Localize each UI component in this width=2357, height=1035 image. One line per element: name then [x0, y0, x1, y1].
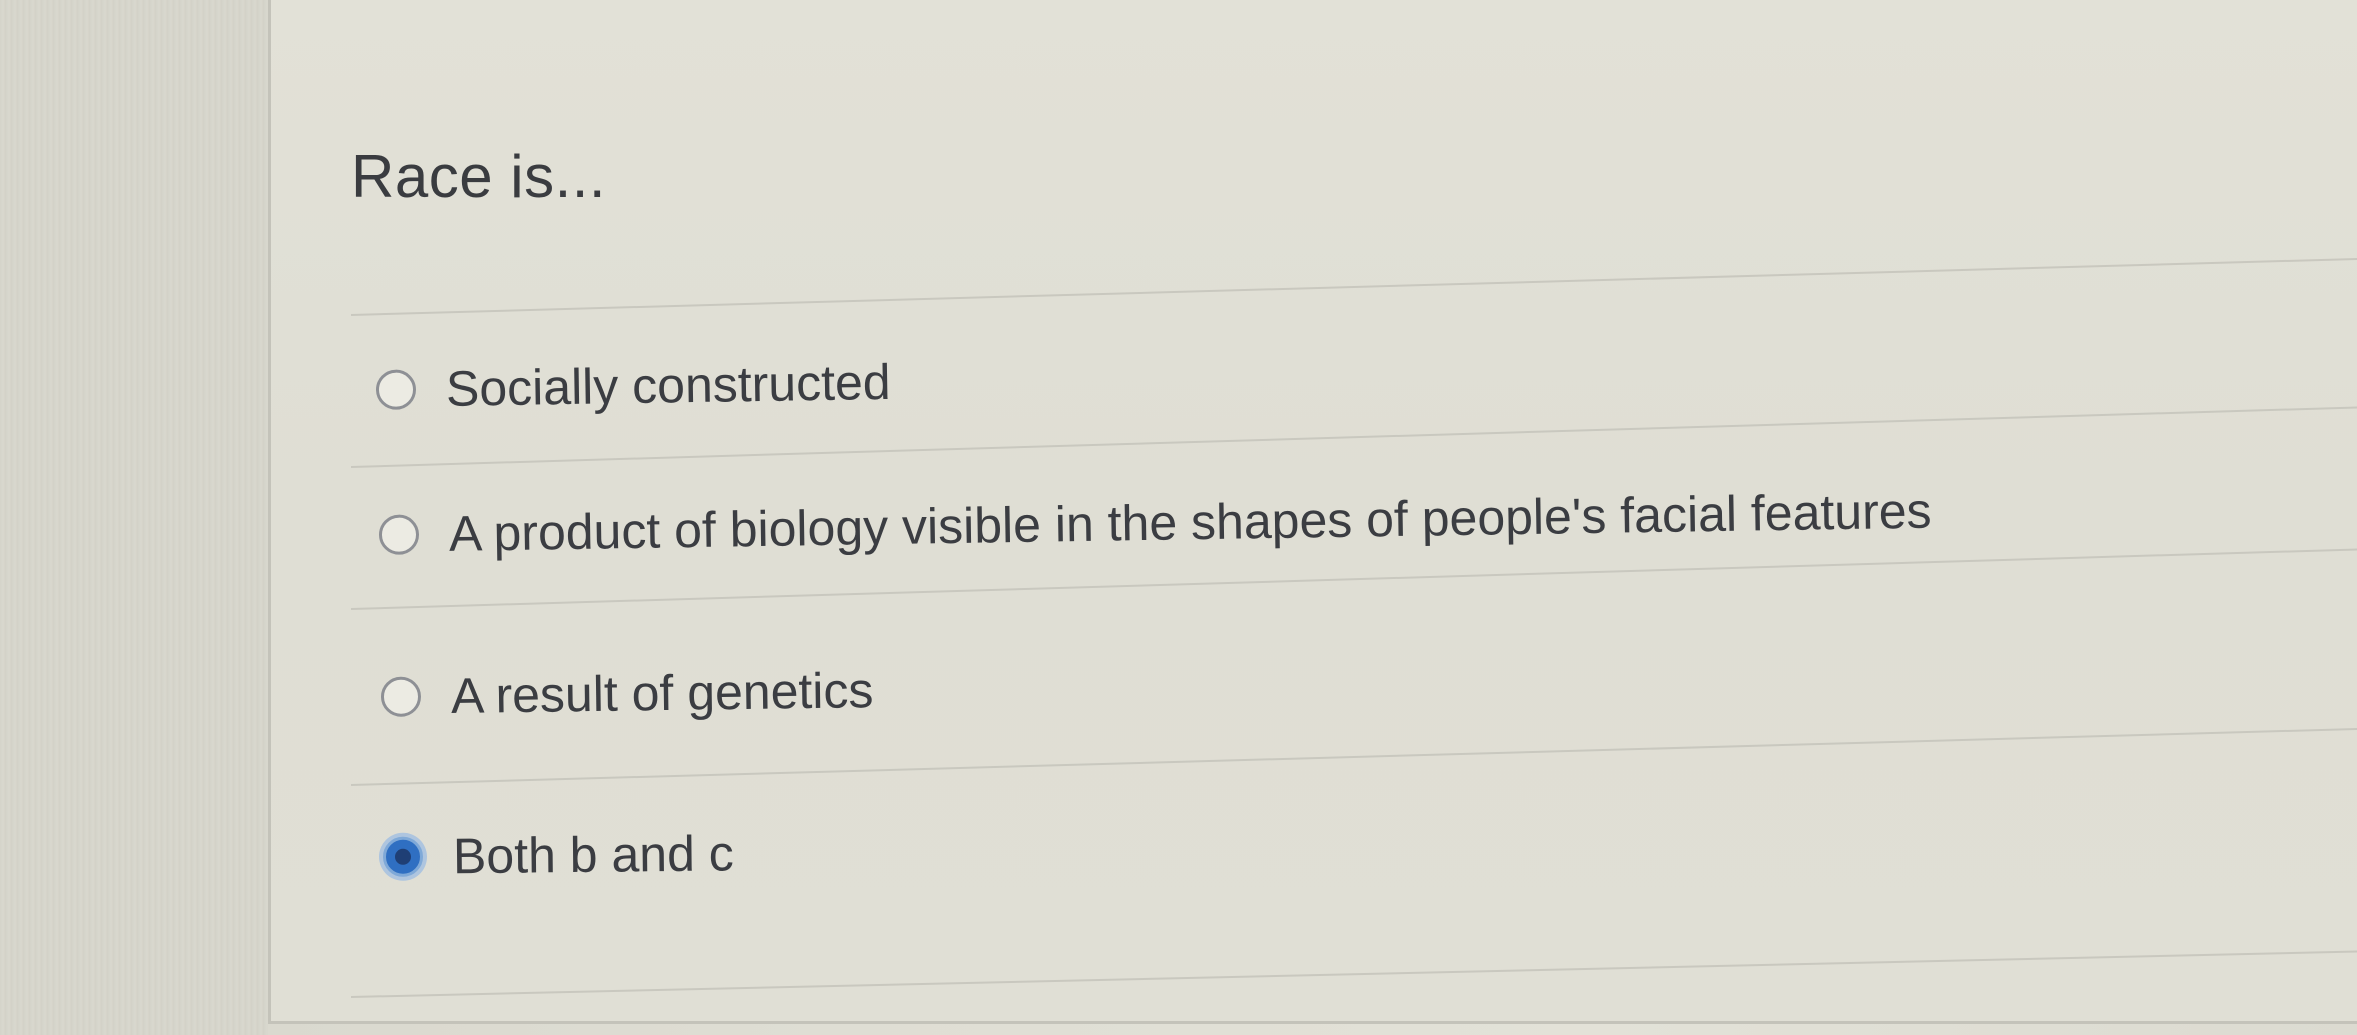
radio-button[interactable]: [378, 514, 420, 555]
question-text: Race is...: [351, 143, 607, 210]
page-margin: [0, 0, 268, 1035]
option-label[interactable]: A product of biology visible in the shap…: [449, 482, 1932, 563]
divider: [350, 950, 2357, 998]
question-panel: Race is... Socially constructed A produc…: [268, 0, 2357, 1024]
option-label[interactable]: Both b and c: [453, 824, 734, 885]
option-both-b-and-c[interactable]: Both b and c: [382, 824, 734, 886]
divider: [350, 257, 2357, 316]
radio-button[interactable]: [380, 676, 422, 717]
divider: [350, 727, 2357, 786]
option-biology-facial-features[interactable]: A product of biology visible in the shap…: [378, 482, 1932, 564]
radio-button[interactable]: [375, 369, 417, 410]
divider: [350, 406, 2357, 468]
option-socially-constructed[interactable]: Socially constructed: [375, 353, 892, 419]
option-label[interactable]: A result of genetics: [451, 661, 874, 725]
radio-button-selected[interactable]: [382, 836, 424, 877]
option-result-of-genetics[interactable]: A result of genetics: [380, 661, 874, 726]
quiz-screen: Race is... Socially constructed A produc…: [0, 0, 2357, 1035]
option-label[interactable]: Socially constructed: [446, 353, 892, 418]
